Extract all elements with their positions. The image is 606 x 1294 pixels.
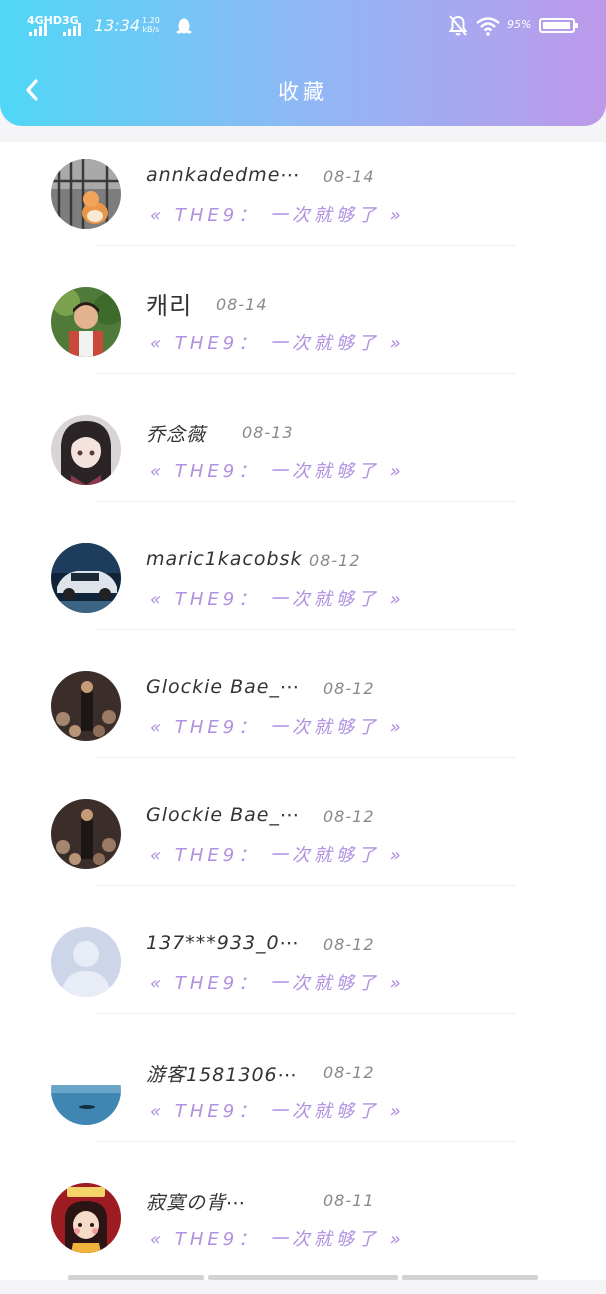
- status-bar: 4GHD 3G 13:34 1.20 kB/s 95%: [0, 0, 606, 54]
- network-speed-value: 1.20: [142, 16, 160, 25]
- user-avatar[interactable]: [51, 159, 121, 229]
- user-name: Glockie Bae_⋯: [146, 804, 300, 826]
- user-name: maric1kacobsk: [146, 548, 303, 570]
- battery-level-fill: [543, 22, 570, 29]
- favorite-item[interactable]: Glockie Bae_⋯ 08-12 « THE9： 一次就够了 »: [0, 654, 606, 782]
- favorite-item[interactable]: 캐리 08-14 « THE9： 一次就够了 »: [0, 270, 606, 398]
- favorite-date: 08-14: [216, 295, 268, 314]
- user-avatar[interactable]: [51, 1055, 121, 1125]
- battery-icon: [539, 18, 578, 33]
- user-avatar[interactable]: [51, 415, 121, 485]
- favorited-item-link[interactable]: « THE9： 一次就够了 »: [150, 713, 405, 739]
- user-avatar[interactable]: [51, 543, 121, 613]
- favorited-item-link[interactable]: « THE9： 一次就够了 »: [150, 201, 405, 227]
- divider: [96, 1141, 516, 1142]
- signal-bars-icon: [63, 22, 81, 36]
- favorited-item-link[interactable]: « THE9： 一次就够了 »: [150, 1225, 405, 1251]
- user-name: 乔念薇: [146, 424, 207, 446]
- favorite-date: 08-11: [323, 1191, 375, 1210]
- qq-penguin-icon: [176, 17, 192, 40]
- user-avatar[interactable]: [51, 927, 121, 997]
- divider: [96, 1013, 516, 1014]
- page-title: 收藏: [278, 80, 328, 104]
- favorite-item[interactable]: annkadedme⋯ 08-14 « THE9： 一次就够了 »: [0, 142, 606, 270]
- favorite-date: 08-12: [323, 1063, 375, 1082]
- favorited-item-link[interactable]: « THE9： 一次就够了 »: [150, 969, 405, 995]
- user-avatar[interactable]: [51, 671, 121, 741]
- divider: [96, 501, 516, 502]
- network-speed: 1.20 kB/s: [142, 16, 160, 34]
- divider: [96, 373, 516, 374]
- divider: [96, 885, 516, 886]
- favorite-item[interactable]: 137***933_0⋯ 08-12 « THE9： 一次就够了 »: [0, 910, 606, 1038]
- favorites-list: annkadedme⋯ 08-14 « THE9： 一次就够了 » 캐리 08-…: [0, 142, 606, 1280]
- bottom-scroll-bar: [68, 1275, 204, 1280]
- user-avatar[interactable]: [51, 287, 121, 357]
- favorited-item-link[interactable]: « THE9： 一次就够了 »: [150, 329, 405, 355]
- bottom-scroll-bar: [208, 1275, 398, 1280]
- divider: [96, 245, 516, 246]
- favorite-date: 08-14: [323, 167, 375, 186]
- default-avatar-icon: [51, 927, 121, 997]
- favorite-date: 08-12: [323, 935, 375, 954]
- user-name: 137***933_0⋯: [146, 932, 300, 954]
- favorite-date: 08-12: [309, 551, 361, 570]
- user-name: 寂寞の背⋯: [146, 1192, 247, 1214]
- network-speed-unit: kB/s: [142, 25, 160, 34]
- user-avatar[interactable]: [51, 1183, 121, 1253]
- favorite-item[interactable]: Glockie Bae_⋯ 08-12 « THE9： 一次就够了 »: [0, 782, 606, 910]
- favorited-item-link[interactable]: « THE9： 一次就够了 »: [150, 457, 405, 483]
- user-name: annkadedme⋯: [146, 164, 301, 186]
- divider: [96, 757, 516, 758]
- wifi-icon: [475, 16, 501, 40]
- favorite-item[interactable]: maric1kacobsk 08-12 « THE9： 一次就够了 »: [0, 526, 606, 654]
- user-name: 캐리: [146, 292, 193, 320]
- favorite-date: 08-13: [242, 423, 294, 442]
- divider: [96, 629, 516, 630]
- favorite-item[interactable]: 游客1581306⋯ 08-12 « THE9： 一次就够了 »: [0, 1038, 606, 1166]
- favorite-date: 08-12: [323, 807, 375, 826]
- favorited-item-link[interactable]: « THE9： 一次就够了 »: [150, 841, 405, 867]
- notifications-off-icon: [448, 15, 468, 41]
- user-name: 游客1581306⋯: [146, 1064, 298, 1086]
- user-name: Glockie Bae_⋯: [146, 676, 300, 698]
- bottom-scroll-bar: [402, 1275, 538, 1280]
- battery-percentage: 95%: [507, 18, 532, 31]
- favorited-item-link[interactable]: « THE9： 一次就够了 »: [150, 1097, 405, 1123]
- favorite-item[interactable]: 乔念薇 08-13 « THE9： 一次就够了 »: [0, 398, 606, 526]
- app-header: 4GHD 3G 13:34 1.20 kB/s 95% 收藏: [0, 0, 606, 126]
- favorite-date: 08-12: [323, 679, 375, 698]
- user-avatar[interactable]: [51, 799, 121, 869]
- status-time: 13:34: [94, 16, 141, 35]
- favorited-item-link[interactable]: « THE9： 一次就够了 »: [150, 585, 405, 611]
- signal-bars-icon: [29, 22, 47, 36]
